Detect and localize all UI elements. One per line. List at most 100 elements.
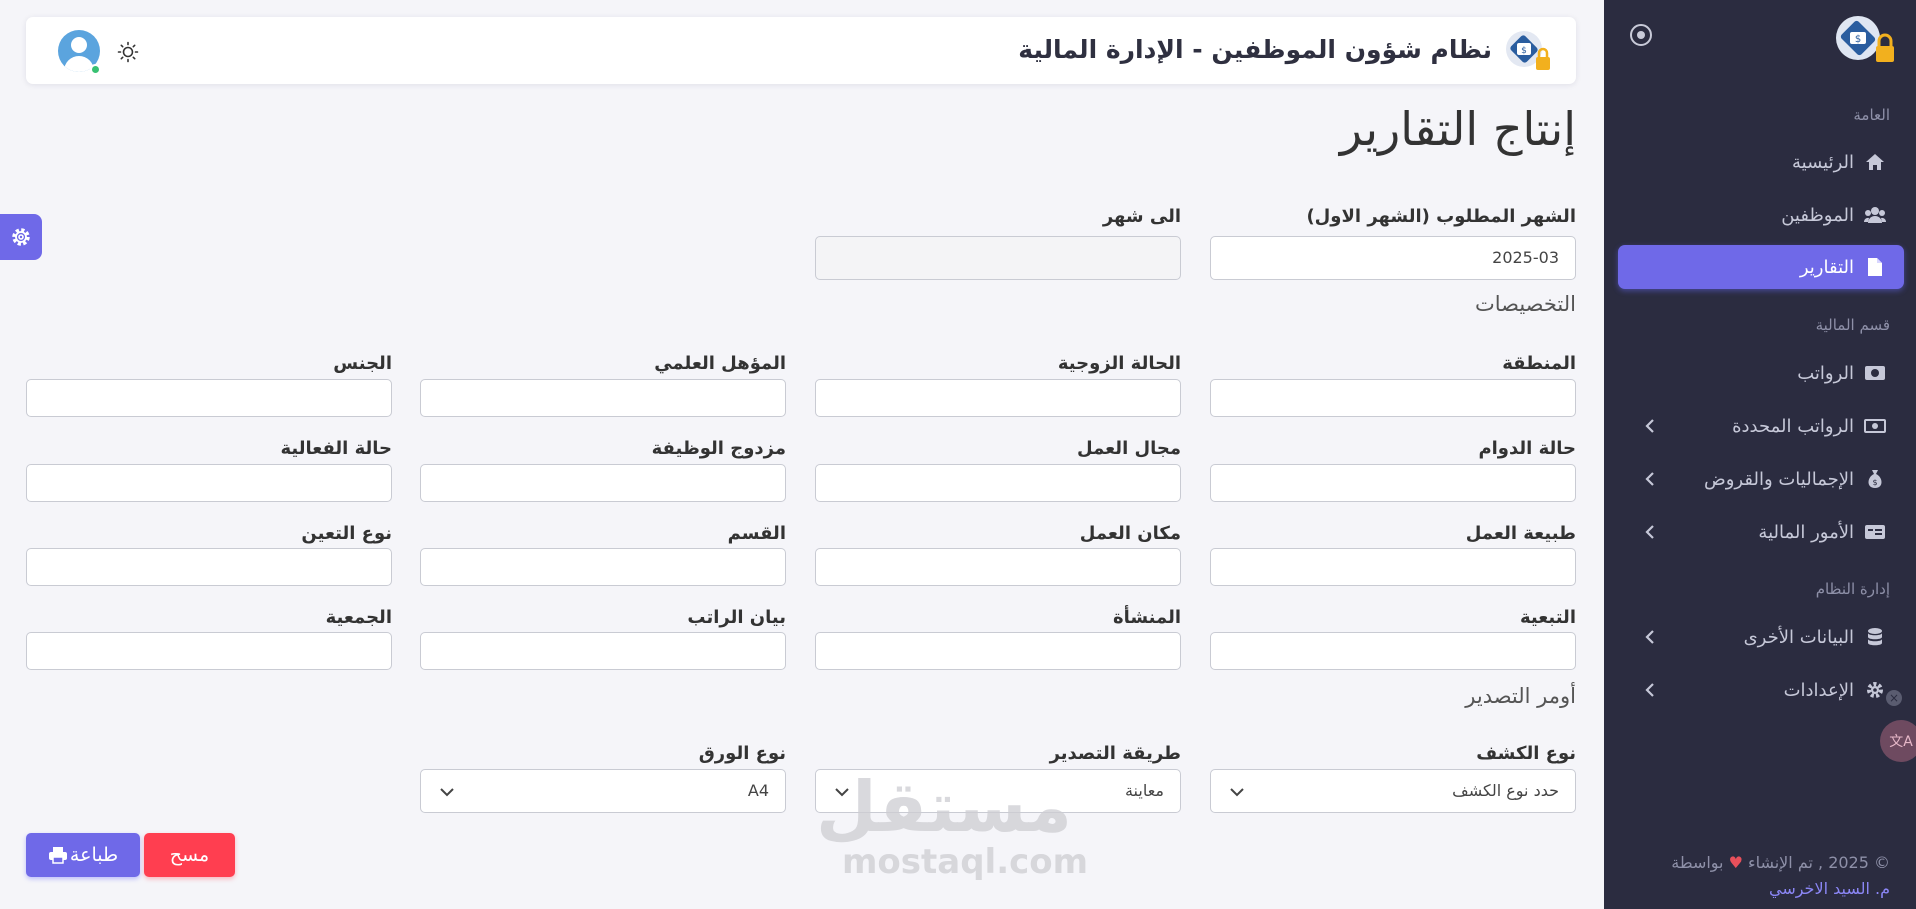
customizer-toggle[interactable] bbox=[0, 214, 42, 260]
export-method-value: معاينة bbox=[1124, 781, 1164, 800]
printer-icon bbox=[48, 847, 67, 864]
sidebar-item-employees[interactable]: الموظفين bbox=[1618, 193, 1904, 237]
watermark-latin: mostaql.com bbox=[842, 842, 1089, 882]
filter-label: الجمعية bbox=[325, 607, 392, 628]
filter-label: المنطقة bbox=[1502, 353, 1576, 374]
filter-label: المنشأة bbox=[1112, 607, 1181, 628]
svg-text:$: $ bbox=[1855, 34, 1861, 45]
sidebar-item-label: الرواتب المحددة bbox=[1732, 415, 1854, 437]
footer-copyright: © 2025 , تم الإنشاء bbox=[1748, 853, 1890, 872]
file-icon bbox=[1864, 256, 1886, 278]
card-icon bbox=[1864, 521, 1886, 543]
filter-region-input[interactable] bbox=[1210, 379, 1576, 417]
month-from-input[interactable]: 2025-03 bbox=[1210, 236, 1576, 280]
filter-label: مزدوج الوظيفة bbox=[651, 438, 786, 459]
sidebar-item-label: الرئيسية bbox=[1792, 151, 1854, 173]
filter-label: حالة الدوام bbox=[1478, 438, 1576, 459]
sidebar-item-label: الرواتب bbox=[1797, 362, 1854, 384]
filter-salary-statement-input[interactable] bbox=[420, 632, 786, 670]
close-icon[interactable]: × bbox=[1886, 690, 1902, 706]
report-type-label: نوع الكشف bbox=[1476, 743, 1576, 764]
chevron-left-icon bbox=[1645, 630, 1654, 644]
filter-label: مجال العمل bbox=[1077, 438, 1181, 459]
sidebar-footer: © 2025 , تم الإنشاء ♥ بواسطة م. السيد ال… bbox=[1671, 850, 1890, 902]
filter-work-nature-input[interactable] bbox=[1210, 548, 1576, 586]
filter-label: نوع التعين bbox=[301, 523, 392, 544]
clear-button-label: مسح bbox=[169, 844, 210, 866]
chevron-left-icon bbox=[1645, 525, 1654, 539]
filter-label: حالة الفعالية bbox=[280, 438, 393, 459]
footer-author-link[interactable]: م. السيد الاخرسي bbox=[1671, 876, 1890, 902]
print-button-label: طباعة bbox=[69, 844, 119, 866]
svg-text:$: $ bbox=[1872, 478, 1877, 487]
clear-button[interactable]: مسح bbox=[144, 833, 235, 877]
sidebar-item-financial-matters[interactable]: الأمور المالية bbox=[1618, 510, 1904, 554]
paper-type-select[interactable]: A4 bbox=[420, 769, 786, 813]
sidebar-item-salaries[interactable]: الرواتب bbox=[1618, 351, 1904, 395]
sun-icon[interactable] bbox=[117, 41, 139, 63]
filter-label: مكان العمل bbox=[1079, 523, 1181, 544]
print-button[interactable]: طباعة bbox=[26, 833, 140, 877]
translate-icon[interactable]: 文A bbox=[1880, 720, 1916, 762]
filter-gender-input[interactable] bbox=[26, 379, 392, 417]
sidebar-item-other-data[interactable]: البيانات الأخرى bbox=[1618, 615, 1904, 659]
sidebar-item-settings[interactable]: الإعدادات bbox=[1618, 668, 1904, 712]
filter-marital-input[interactable] bbox=[815, 379, 1181, 417]
paper-type-label: نوع الورق bbox=[698, 743, 786, 764]
watermark-arabic: مستقل bbox=[815, 766, 1072, 848]
sidebar-item-fixed-salaries[interactable]: الرواتب المحددة bbox=[1618, 404, 1904, 448]
top-navbar: $ نظام شؤون الموظفين - الإدارة المالية bbox=[26, 17, 1576, 84]
filter-dual-job-input[interactable] bbox=[420, 464, 786, 502]
month-from-label: الشهر المطلوب (الشهر الاول) bbox=[1306, 206, 1576, 227]
filter-work-field-input[interactable] bbox=[815, 464, 1181, 502]
report-type-select[interactable]: حدد نوع الكشف bbox=[1210, 769, 1576, 813]
cash-icon bbox=[1864, 415, 1886, 437]
chevron-down-icon bbox=[440, 788, 454, 797]
footer-by: بواسطة bbox=[1671, 853, 1724, 872]
sidebar-item-label: الإجماليات والقروض bbox=[1703, 468, 1854, 490]
filter-attendance-input[interactable] bbox=[1210, 464, 1576, 502]
svg-text:$: $ bbox=[1521, 46, 1527, 56]
filter-association-input[interactable] bbox=[26, 632, 392, 670]
gear-icon bbox=[12, 228, 30, 246]
app-logo-icon[interactable]: $ bbox=[1832, 10, 1898, 70]
filter-department-input[interactable] bbox=[420, 548, 786, 586]
month-to-input[interactable] bbox=[815, 236, 1181, 280]
month-to-label: الى شهر bbox=[1102, 206, 1181, 227]
sidebar-toggle-icon[interactable] bbox=[1630, 24, 1652, 46]
sidebar-item-reports[interactable]: التقارير bbox=[1618, 245, 1904, 289]
sidebar-item-home[interactable]: الرئيسية bbox=[1618, 140, 1904, 184]
section-general: العامة bbox=[1853, 106, 1890, 124]
filter-facility-input[interactable] bbox=[815, 632, 1181, 670]
export-method-label: طريقة التصدير bbox=[1049, 743, 1181, 764]
filter-label: الحالة الزوجية bbox=[1057, 353, 1181, 374]
filter-label: طبيعة العمل bbox=[1465, 523, 1576, 544]
app-title: نظام شؤون الموظفين - الإدارة المالية bbox=[1018, 35, 1492, 64]
home-icon bbox=[1864, 151, 1886, 173]
heart-icon: ♥ bbox=[1728, 853, 1743, 872]
users-icon bbox=[1864, 204, 1886, 226]
page-title: إنتاج التقارير bbox=[1339, 102, 1576, 156]
chevron-down-icon bbox=[1230, 788, 1244, 797]
sidebar-item-label: البيانات الأخرى bbox=[1743, 626, 1854, 648]
sidebar: $ العامة الرئيسية الموظفين التقارير قسم … bbox=[1604, 0, 1916, 909]
filter-appointment-type-input[interactable] bbox=[26, 548, 392, 586]
sidebar-item-label: الأمور المالية bbox=[1758, 521, 1854, 543]
gear-icon bbox=[1864, 679, 1886, 701]
filter-label: الجنس bbox=[333, 353, 392, 374]
filter-label: بيان الراتب bbox=[687, 607, 786, 628]
section-finance: قسم المالية bbox=[1815, 316, 1890, 334]
online-status-badge bbox=[90, 64, 101, 75]
sidebar-item-totals-loans[interactable]: $ الإجماليات والقروض bbox=[1618, 457, 1904, 501]
export-heading: أومر التصدير bbox=[1465, 684, 1576, 708]
sidebar-item-label: الإعدادات bbox=[1783, 679, 1854, 701]
filter-work-place-input[interactable] bbox=[815, 548, 1181, 586]
chevron-left-icon bbox=[1645, 472, 1654, 486]
filter-qualification-input[interactable] bbox=[420, 379, 786, 417]
sidebar-item-label: الموظفين bbox=[1781, 204, 1854, 226]
filter-activity-input[interactable] bbox=[26, 464, 392, 502]
filter-affiliation-input[interactable] bbox=[1210, 632, 1576, 670]
watermark: مستقل mostaql.com bbox=[815, 766, 1089, 882]
paper-type-value: A4 bbox=[747, 781, 769, 800]
money-bag-icon: $ bbox=[1864, 468, 1886, 490]
